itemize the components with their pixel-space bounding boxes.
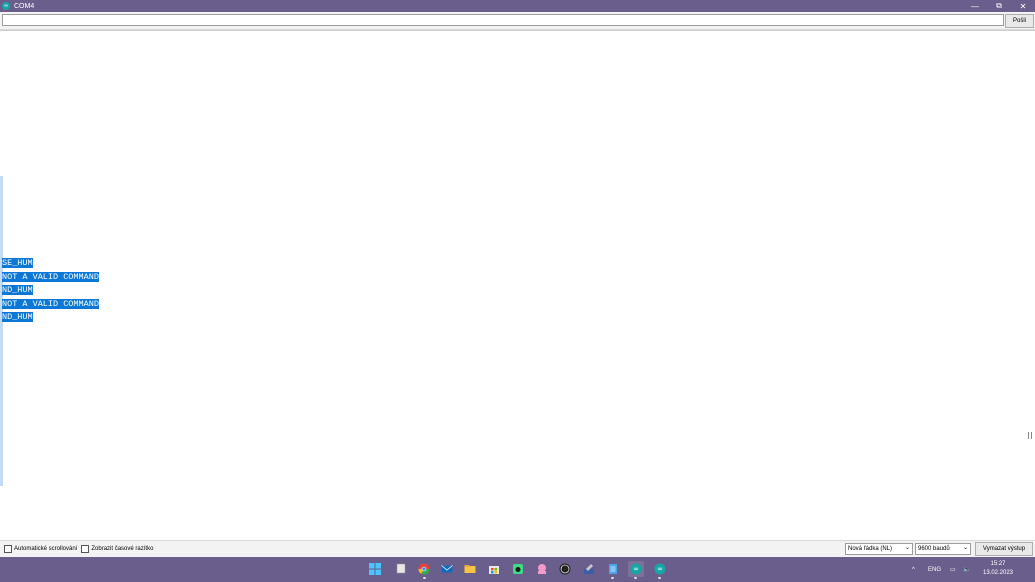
baud-value: 9600 baudů xyxy=(918,546,950,552)
tool-icon[interactable] xyxy=(583,563,595,575)
send-button[interactable]: Pošli xyxy=(1005,14,1034,28)
output-line: SE_HUM xyxy=(2,258,33,268)
clock-time: 15:27 xyxy=(990,561,1006,567)
line-ending-value: Nová řádka (NL) xyxy=(848,546,893,552)
network-icon[interactable]: ▭ xyxy=(950,557,956,582)
restore-button[interactable]: ⧉ xyxy=(987,0,1011,12)
chrome-icon[interactable] xyxy=(418,563,430,575)
system-clock[interactable]: 15:27 13.02.2023 xyxy=(978,560,1018,578)
running-indicator xyxy=(423,577,426,579)
arduino-icon-2[interactable]: ∞ xyxy=(654,563,666,575)
svg-text:∞: ∞ xyxy=(633,565,639,573)
arduino-app-icon: ∞ xyxy=(2,2,10,10)
title-bar: ∞ COM4 — ⧉ ✕ xyxy=(0,0,1035,12)
svg-text:∞: ∞ xyxy=(657,565,663,573)
autoscroll-label: Automatické scrollování xyxy=(14,546,78,552)
window-title: COM4 xyxy=(14,2,35,10)
running-indicator xyxy=(611,577,614,579)
clock-date: 13.02.2023 xyxy=(982,570,1014,576)
timestamp-label: Zobrazit časové razítko xyxy=(91,546,154,552)
store-icon[interactable] xyxy=(488,563,500,575)
output-line: ND_HUM xyxy=(2,312,33,323)
scrollbar-thumb[interactable] xyxy=(1028,432,1032,439)
file-explorer-window-icon[interactable] xyxy=(395,563,407,575)
autoscroll-checkbox[interactable]: Automatické scrollování xyxy=(4,545,77,553)
options-bar: Automatické scrollování Zobrazit časové … xyxy=(0,540,1035,557)
android-icon[interactable] xyxy=(512,563,524,575)
taskbar: ∞ ∞ ^ ENG ▭ 🔈 15:27 13.02.2023 xyxy=(0,557,1035,582)
line-ending-select[interactable]: Nová řádka (NL) ⌄ xyxy=(845,543,913,555)
baud-select[interactable]: 9600 baudů ⌄ xyxy=(915,543,971,555)
send-input[interactable] xyxy=(2,14,1004,26)
notepad-icon[interactable] xyxy=(607,563,619,575)
serial-output[interactable]: SE_HUM NOT A VALID COMMAND ND_HUM NOT A … xyxy=(0,30,1035,541)
window-controls: — ⧉ ✕ xyxy=(963,0,1035,12)
timestamp-checkbox[interactable]: Zobrazit časové razítko xyxy=(81,545,153,553)
checkbox-box[interactable] xyxy=(81,545,90,553)
octopus-app-icon[interactable] xyxy=(536,563,548,575)
obs-icon[interactable] xyxy=(559,563,571,575)
chevron-down-icon: ⌄ xyxy=(962,545,968,551)
running-indicator xyxy=(658,577,661,579)
arduino-icon[interactable]: ∞ xyxy=(628,561,644,577)
folder-icon[interactable] xyxy=(464,563,476,575)
selection-margin xyxy=(0,176,3,486)
output-line: NOT A VALID COMMAND xyxy=(2,271,99,282)
output-line: NOT A VALID COMMAND xyxy=(2,298,99,309)
send-row: Pošli xyxy=(0,12,1035,30)
volume-icon[interactable]: 🔈 xyxy=(963,557,970,582)
language-indicator[interactable]: ENG xyxy=(928,557,941,582)
windows-start-icon[interactable] xyxy=(369,563,381,575)
minimize-button[interactable]: — xyxy=(963,0,987,12)
mail-icon[interactable] xyxy=(441,563,453,575)
close-button[interactable]: ✕ xyxy=(1011,0,1035,12)
output-line: ND_HUM xyxy=(2,285,33,296)
show-hidden-icons[interactable]: ^ xyxy=(912,557,915,582)
chevron-down-icon: ⌄ xyxy=(904,545,910,551)
running-indicator xyxy=(634,577,637,579)
checkbox-box[interactable] xyxy=(4,545,12,553)
clear-output-button[interactable]: Vymazat výstup xyxy=(975,542,1033,556)
output-lines: SE_HUM NOT A VALID COMMAND ND_HUM NOT A … xyxy=(2,257,99,325)
